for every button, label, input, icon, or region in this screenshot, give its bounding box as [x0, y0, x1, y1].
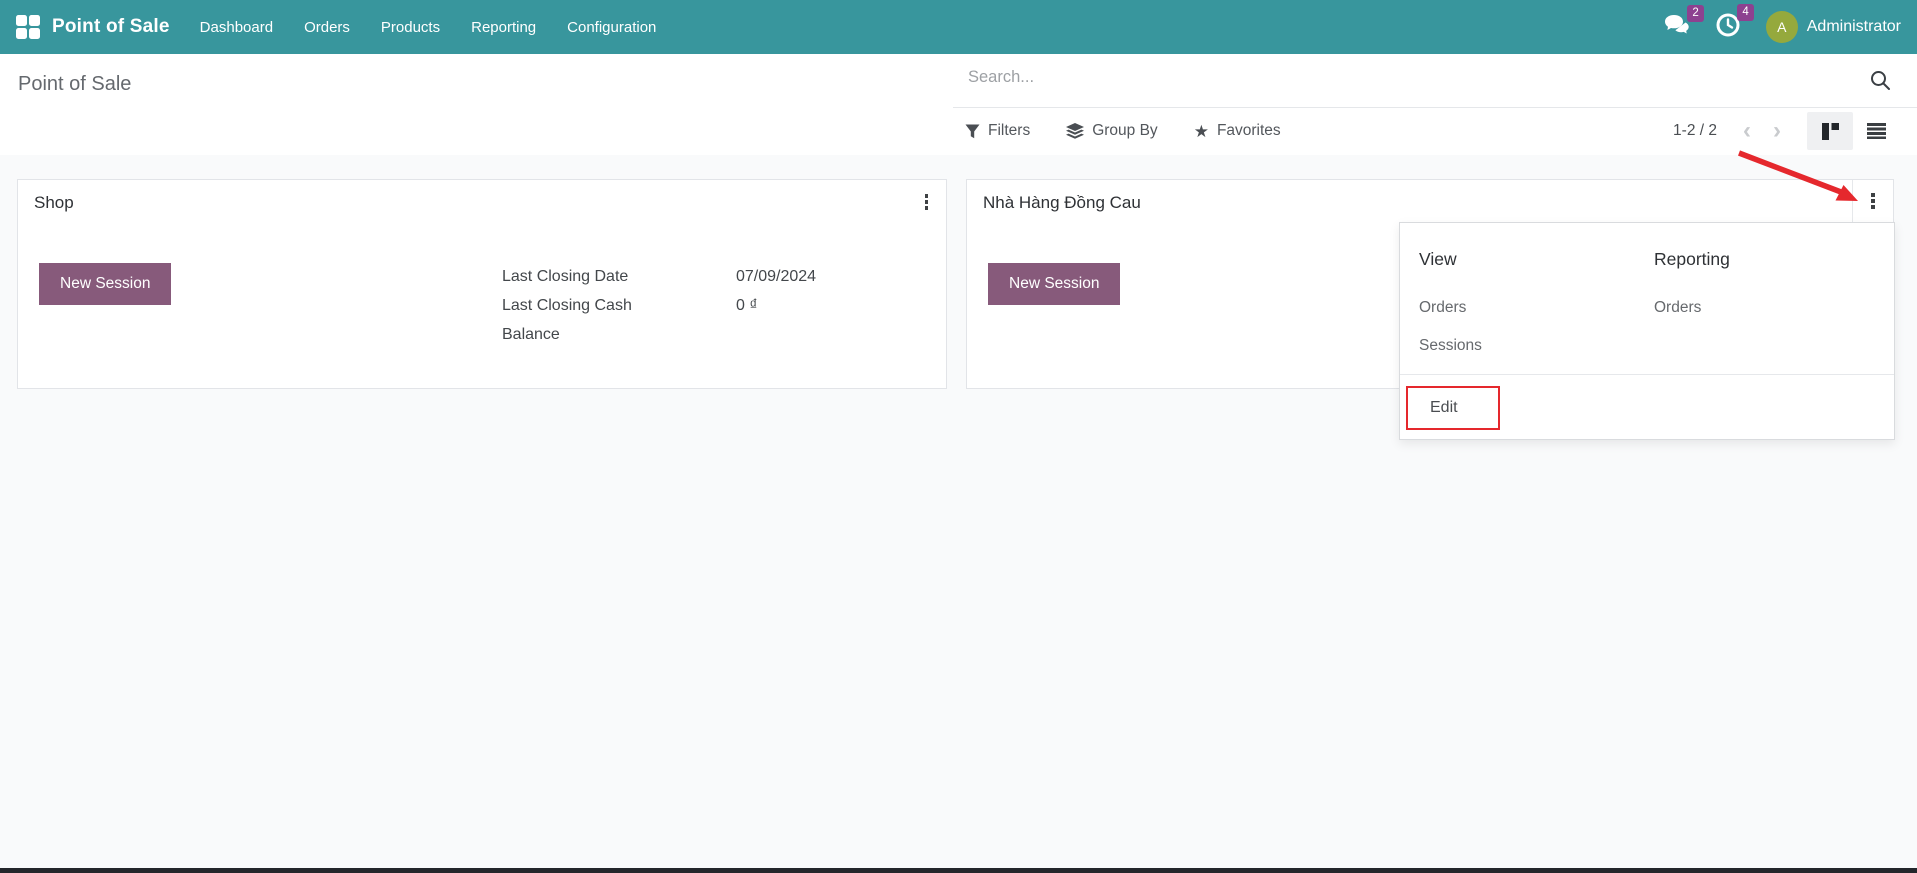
kanban-view-icon [1822, 123, 1839, 140]
bottom-edge-bar [0, 868, 1917, 873]
activities-badge: 4 [1737, 4, 1753, 22]
search-facets: Filters Group By ★ Favorites [965, 107, 1281, 155]
menu-dashboard[interactable]: Dashboard [200, 2, 273, 53]
filters-label: Filters [988, 122, 1030, 140]
search-input[interactable] [966, 67, 1830, 88]
apps-grid-icon[interactable] [16, 15, 40, 39]
list-view-button[interactable] [1853, 112, 1899, 150]
field-row: Last Closing Date 07/09/2024 [502, 262, 816, 291]
kanban-view-button[interactable] [1807, 112, 1853, 150]
pager-previous-icon[interactable]: ‹ [1743, 119, 1751, 143]
new-session-button[interactable]: New Session [39, 263, 171, 305]
layers-icon [1066, 123, 1084, 139]
search-bar [953, 54, 1917, 108]
top-navbar: Point of Sale Dashboard Orders Products … [0, 0, 1917, 54]
main-menu: Dashboard Orders Products Reporting Conf… [200, 2, 657, 53]
pager-range: 1-2 / 2 [1673, 122, 1717, 140]
card-title: Shop [34, 193, 74, 213]
messages-button[interactable]: 2 [1664, 14, 1690, 41]
dropdown-section-view: View [1419, 249, 1457, 270]
group-by-label: Group By [1092, 122, 1157, 140]
activities-button[interactable]: 4 [1716, 13, 1740, 42]
dropdown-item-edit[interactable]: Edit [1430, 399, 1458, 417]
pos-card-shop: Shop New Session Last Closing Date 07/09… [17, 179, 947, 389]
dropdown-item-view-orders[interactable]: Orders [1419, 299, 1466, 317]
favorites-button[interactable]: ★ Favorites [1194, 122, 1281, 140]
star-icon: ★ [1194, 123, 1209, 140]
menu-orders[interactable]: Orders [304, 2, 350, 53]
field-row: Last Closing Cash Balance 0 ₫ [502, 291, 816, 349]
card-fields: Last Closing Date 07/09/2024 Last Closin… [502, 262, 816, 349]
clock-icon [1716, 13, 1740, 37]
card-dropdown-menu: View Reporting Orders Sessions Orders Ed… [1399, 222, 1895, 440]
pager-next-icon[interactable]: › [1773, 119, 1781, 143]
group-by-button[interactable]: Group By [1066, 122, 1157, 140]
user-name: Administrator [1807, 18, 1901, 36]
filters-button[interactable]: Filters [965, 122, 1030, 140]
menu-configuration[interactable]: Configuration [567, 2, 656, 53]
card-title: Nhà Hàng Đồng Cau [983, 193, 1141, 213]
pager: 1-2 / 2 ‹ › [1673, 107, 1899, 155]
dropdown-item-view-sessions[interactable]: Sessions [1419, 337, 1482, 355]
messages-badge: 2 [1687, 5, 1703, 23]
new-session-button[interactable]: New Session [988, 263, 1120, 305]
dropdown-section-reporting: Reporting [1654, 249, 1730, 270]
field-value: 07/09/2024 [736, 262, 816, 291]
field-value: 0 ₫ [736, 291, 758, 320]
field-label: Last Closing Date [502, 262, 667, 291]
dropdown-item-reporting-orders[interactable]: Orders [1654, 299, 1701, 317]
avatar: A [1766, 11, 1798, 43]
search-icon[interactable] [1869, 69, 1891, 91]
chat-bubbles-icon [1664, 14, 1690, 36]
breadcrumb[interactable]: Point of Sale [18, 73, 131, 96]
menu-reporting[interactable]: Reporting [471, 2, 536, 53]
dropdown-divider [1400, 374, 1894, 375]
list-view-icon [1867, 123, 1886, 139]
control-panel: Point of Sale Filters Group By ★ Favorit… [0, 54, 1917, 155]
field-label: Last Closing Cash Balance [502, 291, 667, 349]
kebab-menu-icon [1865, 189, 1881, 213]
funnel-icon [965, 124, 980, 139]
kebab-menu-icon[interactable] [919, 190, 935, 214]
kebab-menu-button[interactable] [1852, 180, 1893, 223]
app-title[interactable]: Point of Sale [52, 16, 170, 38]
navbar-right: 2 4 A Administrator [1664, 11, 1901, 43]
menu-products[interactable]: Products [381, 2, 440, 53]
user-menu[interactable]: A Administrator [1766, 11, 1901, 43]
favorites-label: Favorites [1217, 122, 1281, 140]
